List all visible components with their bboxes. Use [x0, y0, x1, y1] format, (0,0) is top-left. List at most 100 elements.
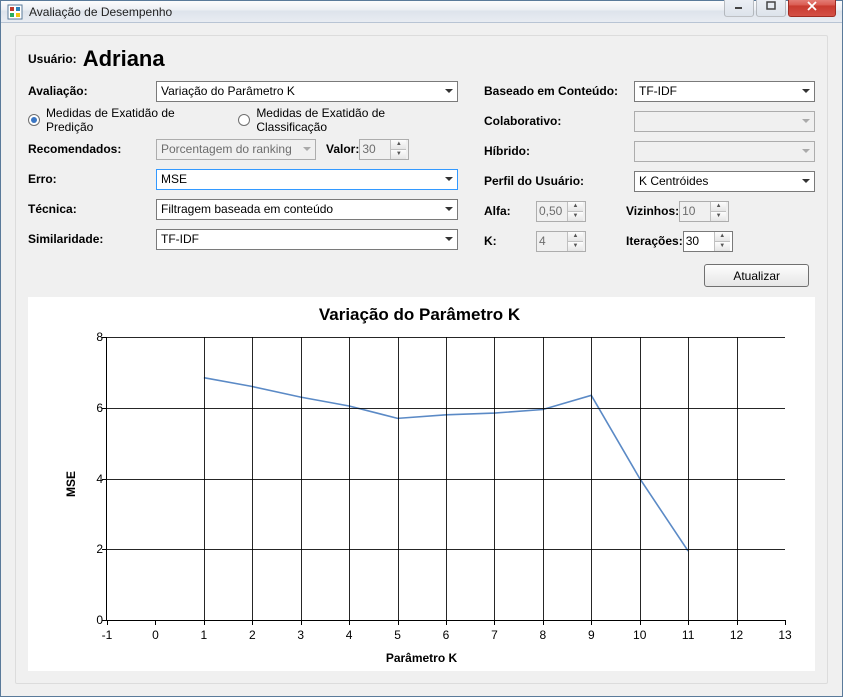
perfil-combo[interactable]: K Centróides [634, 171, 815, 192]
x-tick-label: 3 [297, 628, 304, 642]
button-row: Atualizar [28, 264, 815, 287]
recomendados-value: Porcentagem do ranking [161, 142, 292, 156]
client-area: Usuário: Adriana Avaliação: Variação do … [1, 23, 842, 696]
spinner-buttons: ▲▼ [710, 202, 726, 221]
k-label: K: [484, 234, 536, 248]
radio-classificacao-label: Medidas de Exatidão de Classificação [256, 106, 458, 134]
user-row: Usuário: Adriana [28, 46, 815, 72]
iteracoes-spinner[interactable]: ▲▼ [683, 231, 733, 252]
vizinhos-input [680, 202, 710, 221]
measure-radios: Medidas de Exatidão de Predição Medidas … [28, 108, 458, 132]
window-title: Avaliação de Desempenho [29, 5, 722, 19]
erro-label: Erro: [28, 172, 156, 186]
chevron-down-icon [802, 119, 810, 123]
perfil-value: K Centróides [639, 174, 708, 188]
iteracoes-label: Iterações: [626, 234, 683, 248]
colaborativo-combo [634, 111, 815, 132]
alfa-label: Alfa: [484, 204, 536, 218]
radio-predicao[interactable] [28, 114, 40, 126]
chevron-down-icon [802, 179, 810, 183]
y-tick-label: 0 [79, 613, 103, 627]
y-tick-label: 6 [79, 401, 103, 415]
left-column: Avaliação: Variação do Parâmetro K Medid… [28, 78, 458, 258]
x-tick-label: 0 [152, 628, 159, 642]
y-tick-label: 4 [79, 472, 103, 486]
valor-input [360, 140, 390, 159]
user-name: Adriana [83, 46, 165, 72]
x-tick-label: 12 [730, 628, 743, 642]
chevron-down-icon [445, 177, 453, 181]
chevron-down-icon [445, 237, 453, 241]
vizinhos-spinner: ▲▼ [679, 201, 729, 222]
main-group: Usuário: Adriana Avaliação: Variação do … [15, 35, 828, 684]
x-tick-label: 9 [588, 628, 595, 642]
spinner-buttons: ▲▼ [567, 232, 583, 251]
alfa-spinner: ▲▼ [536, 201, 586, 222]
perfil-label: Perfil do Usuário: [484, 174, 634, 188]
chart-ylabel: MSE [64, 471, 78, 497]
spinner-buttons: ▲▼ [567, 202, 583, 221]
similaridade-combo[interactable]: TF-IDF [156, 229, 458, 250]
y-tick-label: 2 [79, 542, 103, 556]
spinner-buttons: ▲▼ [390, 140, 406, 159]
x-tick-label: 6 [443, 628, 450, 642]
x-tick-label: 13 [778, 628, 791, 642]
minimize-button[interactable] [724, 0, 754, 17]
tecnica-value: Filtragem baseada em conteúdo [161, 202, 333, 216]
y-tick-label: 8 [79, 330, 103, 344]
k-input [537, 232, 567, 251]
baseado-label: Baseado em Conteúdo: [484, 84, 634, 98]
alfa-input [537, 202, 567, 221]
user-label: Usuário: [28, 52, 77, 66]
chevron-down-icon [445, 207, 453, 211]
erro-value: MSE [161, 172, 187, 186]
iteracoes-input[interactable] [684, 232, 714, 251]
x-tick-label: 5 [394, 628, 401, 642]
close-button[interactable] [788, 0, 836, 17]
x-tick-label: -1 [102, 628, 113, 642]
chart: Variação do Parâmetro K MSE Parâmetro K … [28, 297, 815, 671]
tecnica-combo[interactable]: Filtragem baseada em conteúdo [156, 199, 458, 220]
recomendados-label: Recomendados: [28, 142, 156, 156]
avaliacao-label: Avaliação: [28, 84, 156, 98]
baseado-combo[interactable]: TF-IDF [634, 81, 815, 102]
similaridade-label: Similaridade: [28, 232, 156, 246]
atualizar-button[interactable]: Atualizar [704, 264, 809, 287]
spinner-buttons[interactable]: ▲▼ [714, 232, 730, 251]
hibrido-combo [634, 141, 815, 162]
k-spinner: ▲▼ [536, 231, 586, 252]
chevron-down-icon [303, 147, 311, 151]
x-tick-label: 7 [491, 628, 498, 642]
form-columns: Avaliação: Variação do Parâmetro K Medid… [28, 78, 815, 258]
vizinhos-label: Vizinhos: [626, 204, 679, 218]
hibrido-label: Híbrido: [484, 144, 634, 158]
x-tick-label: 1 [201, 628, 208, 642]
chart-title: Variação do Parâmetro K [36, 305, 803, 325]
maximize-button[interactable] [756, 0, 786, 17]
colaborativo-label: Colaborativo: [484, 114, 634, 128]
x-tick-label: 11 [682, 628, 694, 642]
erro-combo[interactable]: MSE [156, 169, 458, 190]
recomendados-combo: Porcentagem do ranking [156, 139, 316, 160]
chart-xlabel: Parâmetro K [386, 651, 457, 665]
similaridade-value: TF-IDF [161, 232, 199, 246]
valor-spinner: ▲▼ [359, 139, 409, 160]
x-tick-label: 2 [249, 628, 256, 642]
avaliacao-value: Variação do Parâmetro K [161, 84, 295, 98]
window-controls [722, 0, 842, 17]
chevron-down-icon [802, 149, 810, 153]
x-tick-label: 10 [633, 628, 646, 642]
titlebar: Avaliação de Desempenho [1, 1, 842, 23]
baseado-value: TF-IDF [639, 84, 677, 98]
radio-classificacao[interactable] [238, 114, 250, 126]
avaliacao-combo[interactable]: Variação do Parâmetro K [156, 81, 458, 102]
app-icon [7, 4, 23, 20]
tecnica-label: Técnica: [28, 202, 156, 216]
chevron-down-icon [802, 89, 810, 93]
chevron-down-icon [445, 89, 453, 93]
x-tick-label: 8 [540, 628, 547, 642]
x-tick-label: 4 [346, 628, 353, 642]
valor-label: Valor: [326, 142, 359, 156]
app-window: Avaliação de Desempenho Usuário: Adriana [0, 0, 843, 697]
right-column: Baseado em Conteúdo: TF-IDF Colaborativo… [484, 78, 815, 258]
